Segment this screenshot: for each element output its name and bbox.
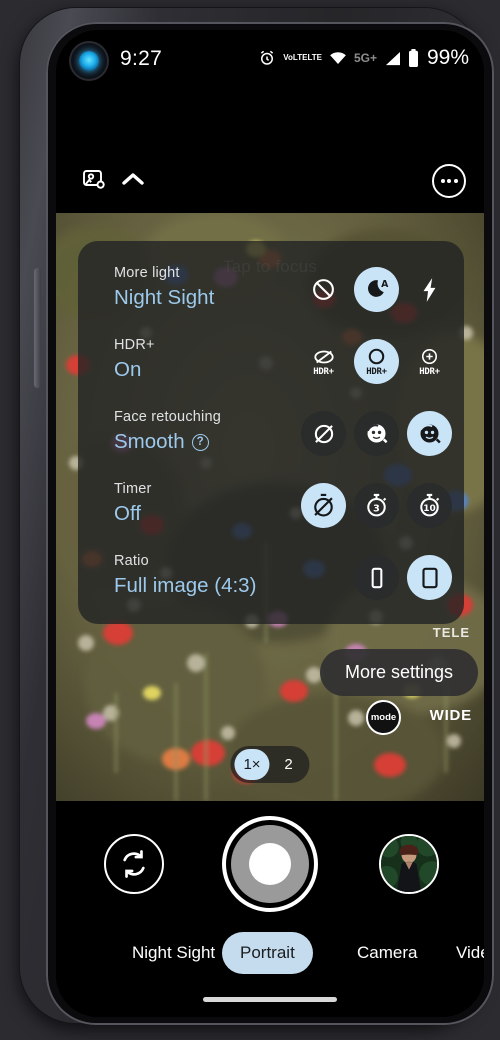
chip-row [354,555,452,600]
night-sight-on-chip[interactable] [407,267,452,312]
setting-value-text: Full image (4:3) [114,574,257,597]
more-settings-button[interactable]: More settings [319,649,478,696]
chip-label: HDR+ [419,367,440,377]
front-camera-punch-hole [69,41,109,81]
hdr-on-chip[interactable]: HDR+ [354,339,399,384]
network-5g-plus-icon: 5G+ [353,51,377,65]
alarm-icon [258,49,276,67]
face-retouch-smooth-chip[interactable] [407,411,452,456]
zoom-selector[interactable]: 1× 2 [230,746,310,783]
setting-value-text: Off [114,502,141,525]
home-indicator[interactable] [203,997,337,1002]
mode-tab-night-sight[interactable]: Night Sight [114,932,233,974]
camera-settings-panel: More light Night Sight A HDR+ On HDR+ HD… [78,241,464,624]
setting-title: More light [114,265,180,281]
setting-value: Off [114,502,152,526]
status-bar-clock: 9:27 [120,47,163,70]
mode-tab-camera[interactable]: Camera [339,932,435,974]
help-icon[interactable]: ? [191,433,209,451]
setting-row-ratio: Ratio Full image (4:3) [78,547,464,619]
dot [440,179,445,183]
phone-screen: 9:27 VoLTE LTE 5G+ 99% More light Night … [56,30,484,1017]
more-options-icon[interactable] [432,164,466,198]
ratio-16-9-chip[interactable] [354,555,399,600]
dot [447,179,451,183]
battery-icon [408,49,419,67]
setting-labels: More light Night Sight [114,265,214,310]
camera-top-controls [56,154,484,212]
volume-rocker-button[interactable] [34,268,41,388]
battery-percentage: 99% [426,46,469,69]
chevron-up-icon[interactable] [121,170,145,193]
status-bar: 9:27 VoLTE LTE 5G+ 99% [56,30,484,86]
hdr-off-chip[interactable]: HDR+ [301,339,346,384]
dot [453,179,458,183]
setting-title: Timer [114,481,152,497]
setting-title: Face retouching [114,409,221,425]
chip-label: HDR+ [366,367,387,377]
setting-row-timer: Timer Off 3 10 [78,475,464,547]
camera-bottom-bar: Night Sight Portrait Camera Video [56,801,484,1017]
night-sight-auto-chip[interactable]: A [354,267,399,312]
setting-row-hdr: HDR+ On HDR+ HDR+ HDR+ [78,331,464,403]
setting-row-more-light: More light Night Sight A [78,259,464,331]
front-camera-lens [79,51,99,71]
shutter-inner-ring [231,825,309,903]
setting-value: Full image (4:3) [114,574,256,598]
setting-labels: HDR+ On [114,337,155,382]
ratio-4-3-chip[interactable] [407,555,452,600]
signal-icon [384,51,401,66]
timer-10s-chip[interactable]: 10 [407,483,452,528]
chip-row: A [301,267,452,312]
setting-title: HDR+ [114,337,155,353]
setting-value-text: Night Sight [114,286,215,309]
shutter-button[interactable] [222,816,318,912]
chip-row: HDR+ HDR+ HDR+ [301,339,452,384]
hdr-enhanced-chip[interactable]: HDR+ [407,339,452,384]
setting-title: Ratio [114,553,149,569]
setting-value: Night Sight [114,286,214,310]
setting-value-text: Smooth [114,430,185,453]
timer-off-chip[interactable] [301,483,346,528]
night-sight-off-chip[interactable] [301,267,346,312]
setting-value: On [114,358,155,382]
svg-text:A: A [381,279,389,290]
svg-text:3: 3 [373,503,380,514]
tele-lens-label: TELE [432,625,470,640]
mode-badge[interactable]: mode [366,700,401,735]
zoom-option-1x[interactable]: 1× [234,749,270,780]
gallery-thumbnail[interactable] [379,834,439,894]
wifi-icon [329,51,347,65]
mode-tab-video[interactable]: Video [438,932,484,974]
chip-row [301,411,452,456]
shutter-core [249,843,291,885]
chip-label: HDR+ [313,367,334,377]
phone-frame: 9:27 VoLTE LTE 5G+ 99% More light Night … [20,8,494,1025]
svg-text:10: 10 [423,504,436,514]
setting-value-text: On [114,358,142,381]
volte-icon: VoLTE LTE [283,53,322,62]
setting-row-face-retouching: Face retouching Smooth ? [78,403,464,475]
face-retouch-off-chip[interactable] [301,411,346,456]
setting-labels: Ratio Full image (4:3) [114,553,256,598]
chip-row: 3 10 [301,483,452,528]
camera-viewfinder[interactable]: Tap to focus More light Night Sight [56,213,484,801]
status-bar-icons: VoLTE LTE 5G+ 99% [258,46,469,69]
timer-3s-chip[interactable]: 3 [354,483,399,528]
setting-value: Smooth ? [114,430,221,454]
wide-lens-label[interactable]: WIDE [430,707,472,724]
camera-settings-icon[interactable] [82,168,108,197]
camera-mode-tabs: Night Sight Portrait Camera Video [56,929,484,977]
mode-tab-portrait[interactable]: Portrait [222,932,313,974]
face-retouch-natural-chip[interactable] [354,411,399,456]
setting-labels: Timer Off [114,481,152,526]
zoom-option-2x[interactable]: 2 [272,749,306,780]
flip-camera-button[interactable] [104,834,164,894]
setting-labels: Face retouching Smooth ? [114,409,221,454]
